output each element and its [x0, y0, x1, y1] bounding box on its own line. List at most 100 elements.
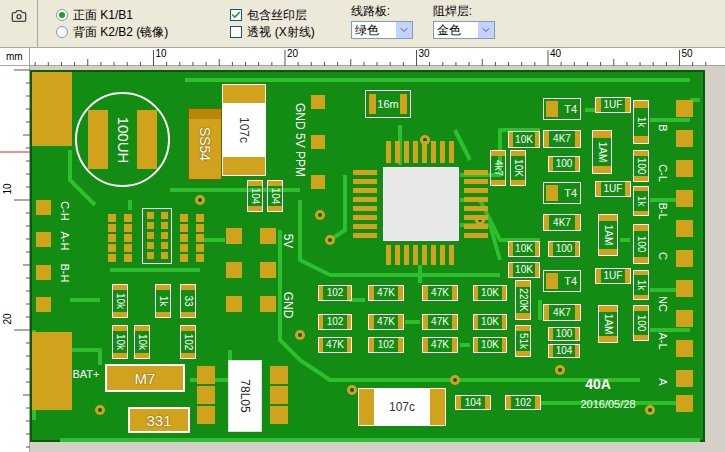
silkscreen-text: 10K [481, 317, 499, 327]
color-select[interactable]: 绿色 [351, 21, 413, 39]
layer-checkbox[interactable]: 包含丝印层 [230, 6, 314, 23]
resistor[interactable]: 102 [368, 337, 404, 353]
check-icon [231, 10, 241, 20]
resistor[interactable]: 1k [633, 100, 649, 144]
connector[interactable] [142, 208, 172, 264]
snapshot-button[interactable] [0, 0, 38, 47]
resistor[interactable]: 100 [548, 327, 580, 341]
dropdown-button[interactable] [478, 22, 494, 38]
resistor[interactable]: 4K7 [543, 214, 581, 231]
resistor[interactable]: 10K [508, 241, 540, 257]
module[interactable]: 331 [128, 407, 190, 433]
ruler-label: 10 [3, 183, 13, 194]
silkscreen-text: T4 [564, 188, 577, 199]
resistor[interactable]: 104 [548, 344, 580, 358]
pin-label: B-L [654, 198, 670, 224]
resistor[interactable]: 104 [267, 180, 283, 212]
resistor[interactable]: 102 [505, 395, 541, 410]
board-note: 40A [578, 375, 618, 393]
mcu-chip[interactable] [383, 167, 459, 241]
silkscreen-text: 1k [636, 280, 646, 291]
resistor[interactable]: 104 [455, 395, 491, 410]
resistor[interactable]: 1UF [595, 97, 631, 113]
silkscreen-text: 104 [465, 398, 482, 408]
silkscreen-text: 220K [518, 288, 528, 311]
view-radio[interactable]: 正面 K1/B1 [56, 6, 168, 23]
silkscreen-text: M7 [135, 371, 156, 386]
resistor[interactable]: 100 [633, 224, 649, 264]
resistor[interactable]: 47K [318, 337, 352, 353]
silkscreen-text: A-L [657, 332, 668, 349]
crystal[interactable]: 16m [365, 90, 411, 118]
radio-circle [56, 9, 68, 21]
resistor[interactable]: 10K [508, 262, 540, 278]
resistor[interactable]: 10K [473, 337, 507, 353]
silkscreen-text: 33 [183, 295, 193, 306]
silkscreen-text: 1UF [604, 184, 623, 194]
module[interactable]: M7 [105, 364, 185, 392]
resistor[interactable]: 47K [422, 314, 458, 330]
resistor[interactable]: 10k [112, 325, 128, 359]
ruler-label: 50 [682, 49, 693, 59]
pad [270, 406, 288, 424]
dropdown-button[interactable] [396, 22, 412, 38]
resistor[interactable]: 100 [548, 156, 580, 172]
resistor[interactable]: 1AM [598, 214, 618, 256]
ruler-label: 30 [419, 49, 430, 59]
resistor[interactable]: 1UF [595, 181, 631, 197]
layer-checkbox[interactable]: 透视 (X射线) [230, 23, 314, 40]
transistor[interactable]: T4 [543, 270, 581, 292]
resistor[interactable]: 47K [368, 314, 404, 330]
resistor[interactable]: 10K [473, 285, 507, 301]
diode[interactable]: SS54 [188, 108, 222, 180]
resistor[interactable]: 1k [155, 284, 171, 318]
resistor[interactable]: 47K [422, 337, 458, 353]
silkscreen-text: 100 [556, 159, 573, 169]
resistor[interactable]: 10K [510, 150, 526, 186]
resistor[interactable]: 47K [368, 285, 404, 301]
color-select[interactable]: 金色 [433, 21, 495, 39]
resistor[interactable]: 1k [633, 270, 649, 300]
resistor[interactable]: 220K [515, 280, 531, 320]
resistor[interactable]: 10K [473, 314, 507, 330]
pad [197, 366, 215, 384]
pin-pad [676, 160, 693, 177]
resistor[interactable]: 1AM [592, 130, 612, 174]
resistor[interactable]: 47K [422, 285, 458, 301]
resistor[interactable]: 51k [515, 325, 531, 357]
resistor[interactable]: 100 [633, 305, 649, 341]
resistor[interactable]: 1UF [595, 268, 631, 284]
transistor[interactable]: T4 [543, 182, 581, 204]
pin-label: B [654, 118, 670, 138]
silkscreen-text: 40A [585, 377, 611, 391]
resistor[interactable]: 1AM [598, 305, 618, 343]
view-radio[interactable]: 背面 K2/B2 (镜像) [56, 23, 168, 40]
capacitor[interactable]: 107c [222, 84, 266, 176]
silkscreen-text: T4 [564, 104, 577, 115]
workspace: 1020100UHSS54107c10410416mT41UF1k4K710K1… [0, 66, 725, 452]
resistor[interactable]: 4K7 [543, 304, 581, 321]
chevron-down-icon [480, 24, 492, 36]
silkscreen-text: 47K [431, 288, 449, 298]
resistor[interactable]: 102 [180, 325, 196, 359]
resistor[interactable]: 100 [548, 241, 580, 257]
resistor[interactable]: 1k [633, 186, 649, 216]
resistor[interactable]: 4K7 [543, 130, 581, 148]
resistor[interactable]: 10k [134, 325, 150, 359]
resistor[interactable]: 102 [318, 314, 352, 330]
capacitor[interactable]: 107c [358, 388, 446, 426]
ruler-row: mm1020304050 [0, 48, 725, 66]
regulator[interactable]: 78L05 [228, 360, 262, 432]
resistor[interactable]: 33 [180, 284, 196, 318]
resistor[interactable]: 104 [247, 180, 263, 212]
resistor[interactable]: 4k7 [490, 150, 506, 186]
resistor[interactable]: 10K [508, 131, 540, 148]
inductor[interactable]: 100UH [75, 92, 170, 187]
resistor[interactable]: 10k [112, 284, 128, 318]
resistor[interactable]: 100 [633, 150, 649, 182]
pad [197, 406, 215, 424]
silkscreen-text: B-H [59, 264, 70, 283]
pad [270, 386, 288, 404]
transistor[interactable]: T4 [543, 98, 581, 120]
resistor[interactable]: 102 [318, 285, 352, 301]
